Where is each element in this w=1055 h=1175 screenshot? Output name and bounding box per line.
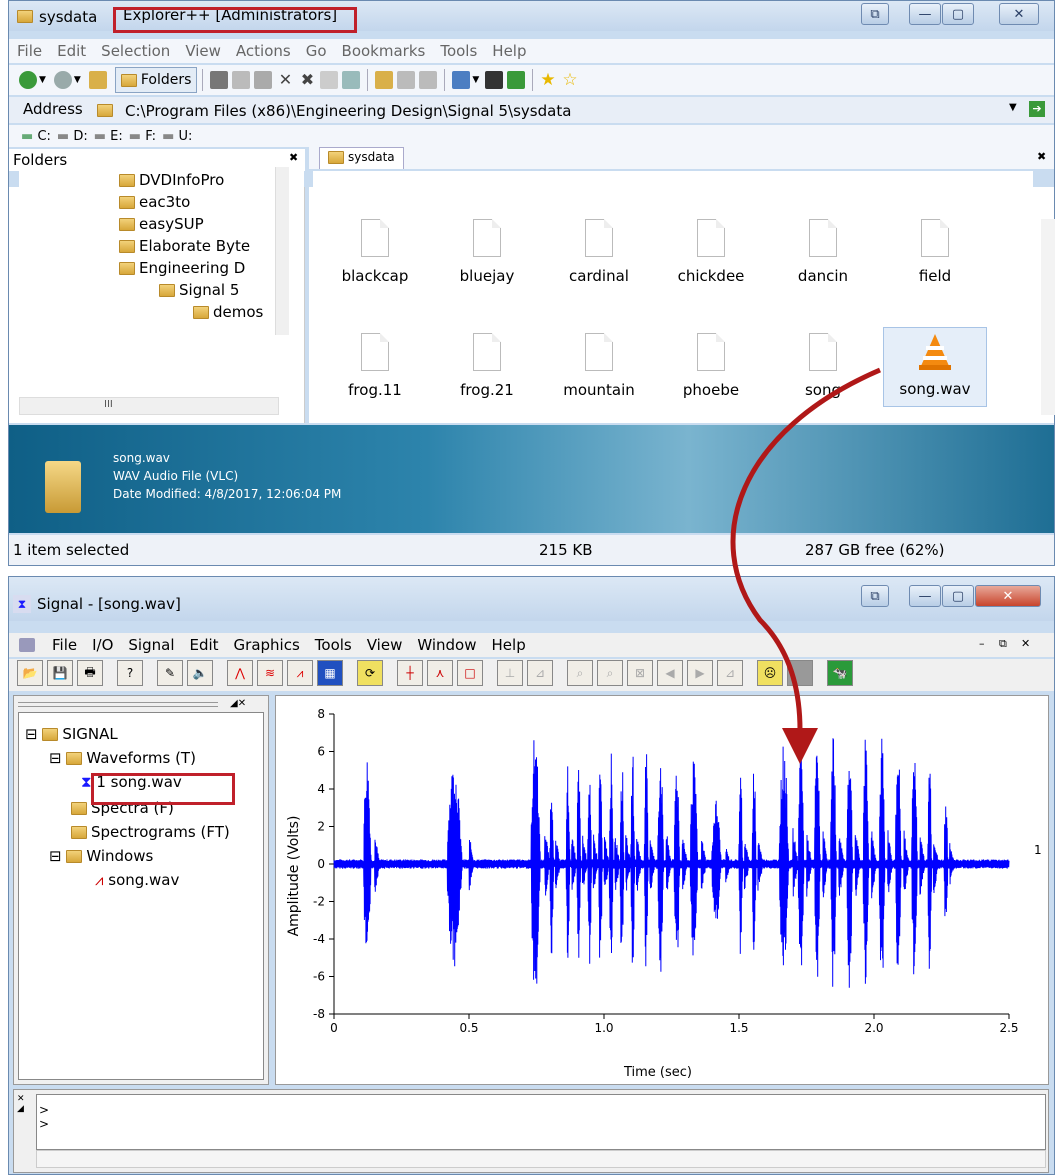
arrow-head-icon	[782, 728, 818, 764]
annotation-arrow	[730, 367, 881, 764]
